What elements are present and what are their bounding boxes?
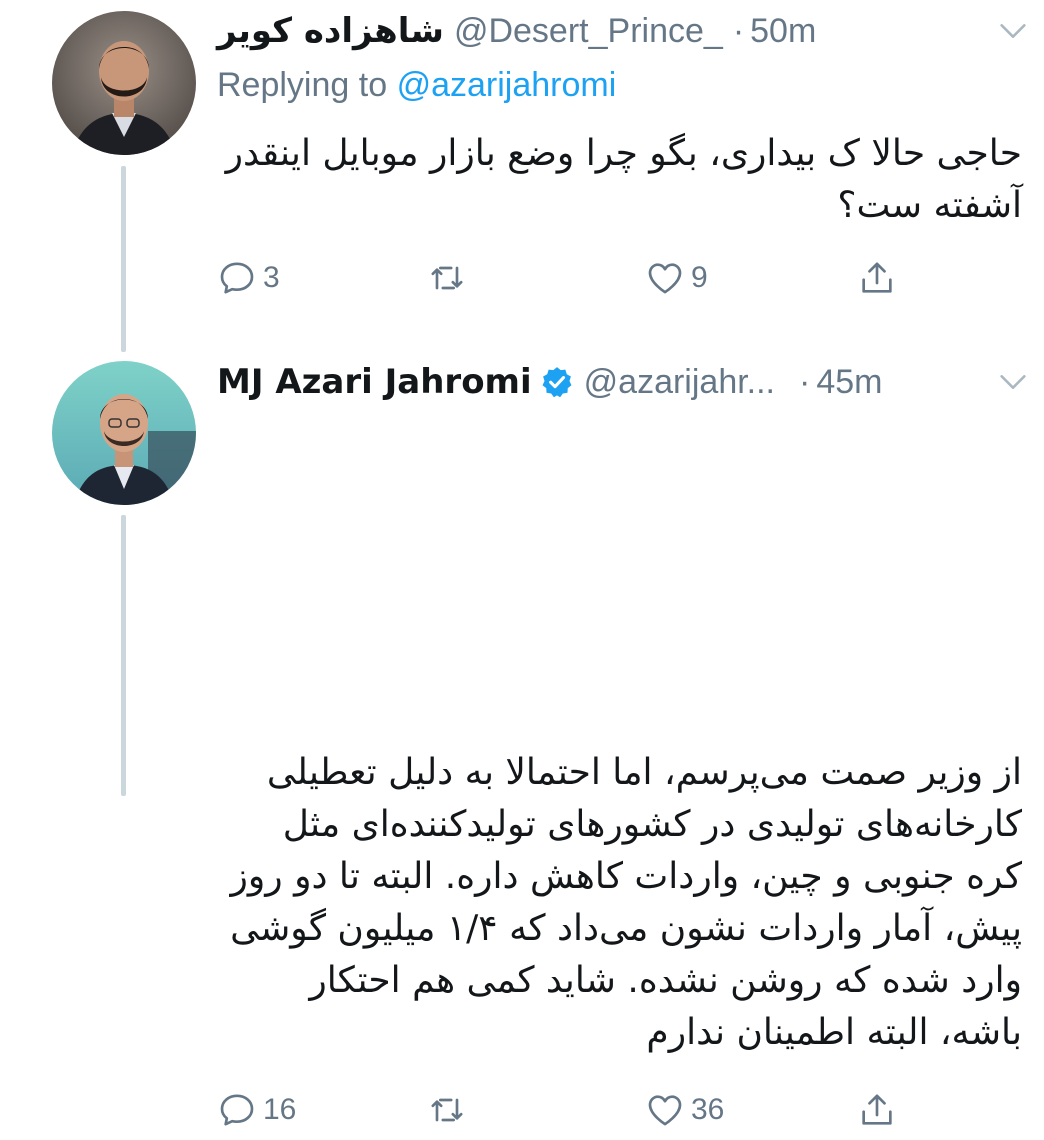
- separator-dot: ·: [799, 362, 811, 401]
- tweet[interactable]: شاهزاده کویر @Desert_Prince_ · 50m Reply…: [0, 0, 1044, 340]
- replying-to-line: Replying to @azarijahromi: [217, 66, 616, 105]
- tweet-actions: 3 9: [217, 258, 917, 308]
- avatar[interactable]: [52, 361, 196, 505]
- tweet-text: حاجی حالا ک بیداری، بگو چرا وضع بازار مو…: [225, 133, 1022, 226]
- chevron-down-icon[interactable]: [996, 365, 1030, 399]
- verified-badge-icon: [542, 367, 572, 398]
- retweet-button[interactable]: [427, 1090, 473, 1130]
- user-handle[interactable]: @Desert_Prince_: [454, 12, 723, 51]
- timestamp[interactable]: 45m: [816, 363, 882, 402]
- chevron-down-icon[interactable]: [996, 14, 1030, 48]
- display-name[interactable]: شاهزاده کویر: [217, 11, 444, 51]
- reply-button[interactable]: 16: [217, 1090, 296, 1130]
- reply-icon: [220, 1094, 254, 1126]
- reply-icon: [220, 262, 254, 294]
- mention-link[interactable]: @azarijahromi: [397, 66, 617, 104]
- retweet-icon: [431, 266, 463, 290]
- tweet[interactable]: MJ Azari Jahromi @azarijahr... · 45m از …: [0, 340, 1044, 1126]
- share-button[interactable]: [857, 1090, 897, 1130]
- heart-icon: [648, 263, 682, 294]
- separator-dot: ·: [732, 11, 745, 50]
- share-icon: [862, 262, 892, 293]
- tweet-text: از وزیر صمت می‌پرسم، اما احتمالا به دلیل…: [230, 752, 1022, 1053]
- replying-label: Replying to: [217, 66, 388, 104]
- reply-button[interactable]: 3: [217, 258, 280, 298]
- reply-count: 16: [263, 1093, 297, 1126]
- like-button[interactable]: 36: [645, 1090, 724, 1130]
- retweet-button[interactable]: [427, 258, 473, 298]
- heart-icon: [648, 1095, 682, 1126]
- tweet-header: شاهزاده کویر @Desert_Prince_ · 50m: [217, 6, 1044, 56]
- like-count: 9: [691, 261, 708, 294]
- share-button[interactable]: [857, 258, 897, 298]
- like-button[interactable]: 9: [645, 258, 708, 298]
- reply-count: 3: [263, 261, 280, 294]
- retweet-icon: [431, 1098, 463, 1122]
- user-handle[interactable]: @azarijahr...: [584, 363, 775, 402]
- tweet-actions: 16 36: [217, 1090, 917, 1140]
- like-count: 36: [691, 1093, 725, 1126]
- timestamp[interactable]: 50m: [750, 12, 816, 51]
- share-icon: [862, 1094, 892, 1125]
- display-name[interactable]: MJ Azari Jahromi: [217, 362, 532, 402]
- tweet-header: MJ Azari Jahromi @azarijahr... · 45m: [217, 357, 1044, 407]
- avatar[interactable]: [52, 11, 196, 155]
